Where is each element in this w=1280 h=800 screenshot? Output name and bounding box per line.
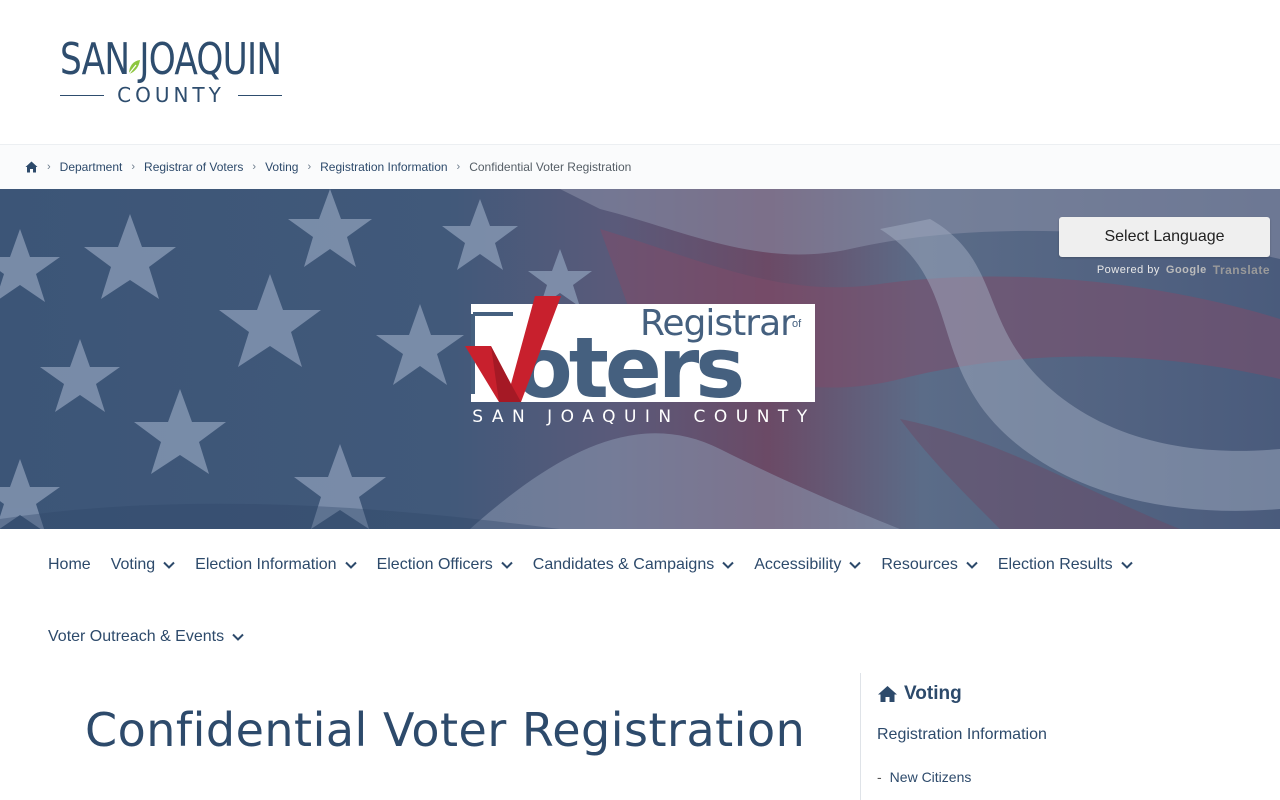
chevron-down-icon (1120, 561, 1133, 569)
breadcrumb: › Department › Registrar of Voters › Vot… (0, 145, 1280, 189)
sidebar-subitem-new-citizens[interactable]: - New Citizens (877, 769, 971, 785)
home-icon[interactable] (25, 161, 38, 173)
chevron-down-icon (722, 561, 734, 569)
breadcrumb-separator: › (456, 161, 461, 173)
nav-voter-outreach-events[interactable]: Voter Outreach & Events (48, 628, 244, 646)
registrar-of-voters-logo: Registrar of oters SAN JOAQUIN COUNTY (465, 296, 817, 427)
chevron-down-icon (501, 561, 513, 569)
nav-label: Voting (110, 556, 156, 573)
nav-row-1: Home Voting Election Information Electio… (48, 529, 1153, 601)
nav-label: Resources (881, 556, 958, 573)
nav-election-information[interactable]: Election Information (195, 556, 357, 574)
translate-label: Translate (1212, 263, 1270, 277)
nav-label: Election Results (997, 556, 1113, 573)
chevron-down-icon (849, 561, 862, 569)
breadcrumb-registrar-of-voters[interactable]: Registrar of Voters (144, 160, 243, 174)
leaf-icon (127, 60, 140, 76)
main-navigation: Home Voting Election Information Electio… (0, 529, 1280, 673)
breadcrumb-current: Confidential Voter Registration (469, 160, 632, 174)
sidebar-item-registration-information[interactable]: Registration Information (877, 726, 1047, 744)
google-logo[interactable]: Google (1166, 264, 1207, 276)
logo-county-text: SAN JOAQUIN COUNTY (472, 407, 816, 427)
list-marker: - (877, 769, 882, 785)
logo-county-text: COUNTY (117, 83, 225, 107)
nav-candidates-campaigns[interactable]: Candidates & Campaigns (533, 556, 734, 574)
county-logo[interactable]: SAN JOAQUIN COUNTY (60, 36, 282, 108)
page-title: Confidential Voter Registration (85, 703, 806, 757)
logo-wordmark: SAN JOAQUIN (60, 34, 282, 85)
logo-rule-left (60, 95, 104, 96)
chevron-down-icon (966, 561, 978, 569)
sidebar: Voting Registration Information - New Cit… (860, 673, 1280, 800)
home-icon (878, 686, 897, 702)
breadcrumb-separator: › (307, 161, 312, 173)
nav-label: Home (48, 556, 91, 573)
nav-accessibility[interactable]: Accessibility (754, 556, 862, 574)
chevron-down-icon (163, 561, 175, 569)
nav-label: Election Officers (376, 556, 493, 573)
chevron-down-icon (232, 633, 244, 641)
breadcrumb-separator: › (131, 161, 136, 173)
breadcrumb-separator: › (252, 161, 257, 173)
logo-rule-right (238, 95, 282, 96)
breadcrumb-voting[interactable]: Voting (265, 160, 298, 174)
nav-election-results[interactable]: Election Results (998, 556, 1133, 574)
logo-county-row: COUNTY (60, 84, 282, 106)
nav-voting[interactable]: Voting (111, 556, 175, 574)
nav-resources[interactable]: Resources (881, 556, 978, 574)
breadcrumb-department[interactable]: Department (60, 160, 123, 174)
sidebar-heading-label: Voting (904, 683, 962, 704)
sidebar-subitem-label: New Citizens (889, 769, 972, 785)
checkmark-icon (465, 296, 561, 402)
nav-label: Candidates & Campaigns (532, 556, 715, 573)
powered-by-label: Powered by (1096, 264, 1160, 276)
chevron-down-icon (344, 561, 357, 569)
nav-label: Election Information (195, 556, 337, 573)
site-header: SAN JOAQUIN COUNTY (0, 0, 1280, 145)
select-language-button[interactable]: Select Language (1059, 217, 1270, 257)
nav-home[interactable]: Home (48, 556, 91, 574)
breadcrumb-registration-information[interactable]: Registration Information (320, 160, 447, 174)
nav-row-2: Voter Outreach & Events (48, 601, 264, 673)
google-translate-attribution: Powered by Google Translate (1097, 263, 1270, 277)
sidebar-heading[interactable]: Voting (877, 683, 962, 705)
nav-label: Voter Outreach & Events (48, 628, 225, 645)
breadcrumb-separator: › (47, 161, 51, 173)
hero-banner: Select Language Powered by Google Transl… (0, 189, 1280, 529)
logo-of-text: of (792, 318, 802, 330)
nav-label: Accessibility (754, 556, 842, 573)
nav-election-officers[interactable]: Election Officers (377, 556, 513, 574)
